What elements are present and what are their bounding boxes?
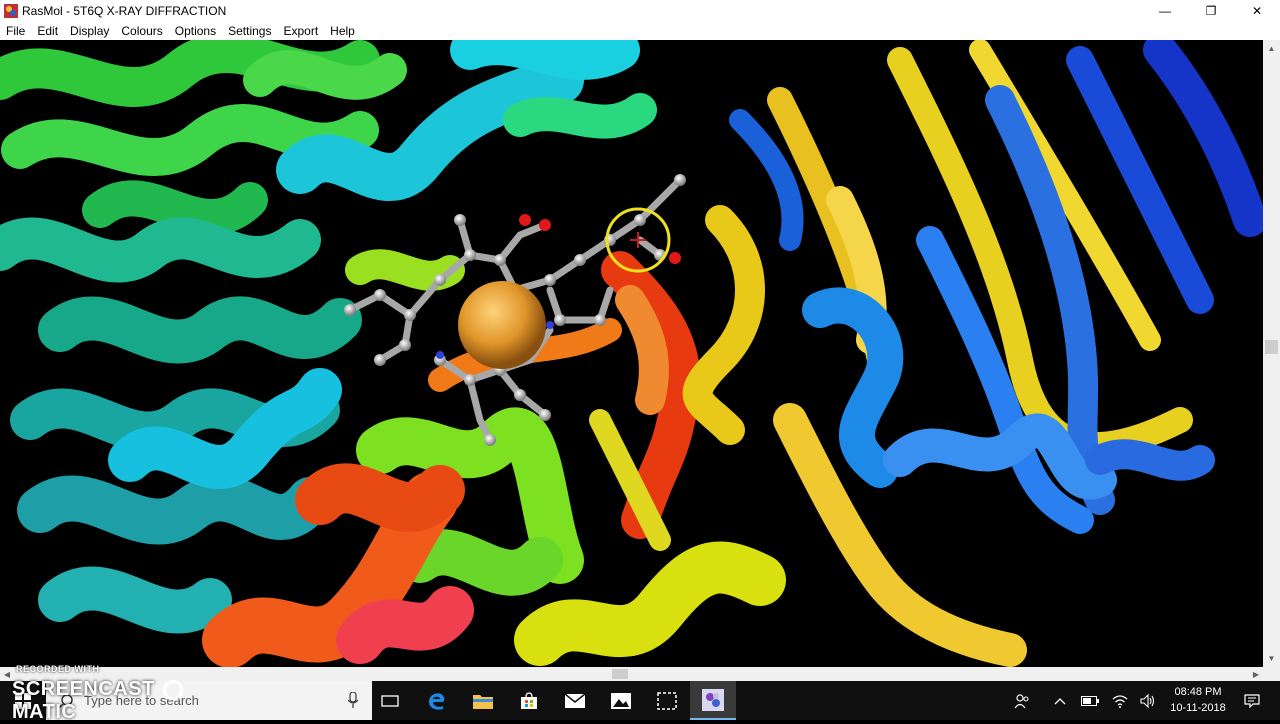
window-controls: — ❐ ✕: [1142, 0, 1280, 21]
scroll-right-icon[interactable]: ▶: [1249, 667, 1263, 681]
scroll-down-icon[interactable]: ▼: [1263, 650, 1280, 667]
scrollbar-corner: [1263, 667, 1280, 681]
clock-date: 10-11-2018: [1170, 702, 1226, 714]
people-icon: [1014, 693, 1029, 708]
watermark-screencast-text: SCREENCAST: [12, 678, 155, 700]
task-view-icon: [381, 694, 399, 707]
menu-bar: File Edit Display Colours Options Settin…: [0, 21, 1280, 40]
menu-options[interactable]: Options: [169, 24, 222, 38]
taskbar-clock[interactable]: 08:48 PM 10-11-2018: [1160, 684, 1236, 718]
file-explorer-button[interactable]: [460, 681, 506, 720]
rasmol-taskbar-button[interactable]: [690, 681, 736, 720]
file-explorer-icon: [473, 694, 493, 709]
people-button[interactable]: [1010, 681, 1034, 720]
photos-icon: [611, 692, 631, 709]
snipping-tool-button[interactable]: [644, 681, 690, 720]
rasmol-taskbar-icon: [702, 688, 724, 711]
horizontal-scroll-thumb[interactable]: [612, 669, 628, 679]
title-bar: RasMol - 5T6Q X-RAY DIFFRACTION — ❐ ✕: [0, 0, 1280, 21]
vertical-scroll-thumb[interactable]: [1265, 340, 1278, 354]
battery-button[interactable]: [1078, 681, 1102, 720]
window-title: RasMol - 5T6Q X-RAY DIFFRACTION: [22, 3, 227, 18]
store-icon: [521, 691, 537, 709]
show-hidden-icons-button[interactable]: [1048, 681, 1072, 720]
mail-button[interactable]: [552, 681, 598, 720]
store-button[interactable]: [506, 681, 552, 720]
scroll-up-icon[interactable]: ▲: [1263, 40, 1280, 57]
action-center-button[interactable]: [1238, 681, 1266, 720]
screencast-watermark: RECORDED WITH SCREENCAST MATIC: [12, 664, 242, 723]
notification-icon: [1244, 693, 1260, 708]
menu-help[interactable]: Help: [324, 24, 361, 38]
edge-icon: [429, 692, 445, 710]
wifi-icon: [1112, 694, 1128, 708]
menu-export[interactable]: Export: [277, 24, 324, 38]
task-view-button[interactable]: [367, 681, 413, 720]
menu-edit[interactable]: Edit: [31, 24, 64, 38]
minimize-button[interactable]: —: [1142, 0, 1188, 21]
edge-button[interactable]: [414, 681, 460, 720]
photos-button[interactable]: [598, 681, 644, 720]
volume-button[interactable]: [1136, 681, 1160, 720]
menu-settings[interactable]: Settings: [222, 24, 277, 38]
watermark-screencast: SCREENCAST MATIC: [12, 678, 242, 724]
iron-atom: [458, 281, 546, 369]
volume-icon: [1140, 693, 1155, 708]
watermark-recorded-with: RECORDED WITH: [16, 664, 100, 674]
protein-ribbon-render: [0, 40, 1263, 667]
chevron-up-icon: [1054, 697, 1066, 704]
wifi-button[interactable]: [1108, 681, 1132, 720]
clock-time: 08:48 PM: [1174, 686, 1222, 698]
menu-display[interactable]: Display: [64, 24, 115, 38]
watermark-o-icon: [162, 679, 183, 700]
mail-icon: [565, 693, 585, 708]
restore-button[interactable]: ❐: [1188, 0, 1234, 21]
menu-file[interactable]: File: [0, 24, 31, 38]
molecule-viewport[interactable]: [0, 40, 1263, 667]
rasmol-app-icon: [4, 3, 18, 18]
battery-icon: [1081, 695, 1099, 706]
menu-colours[interactable]: Colours: [115, 24, 168, 38]
mic-icon[interactable]: [348, 692, 358, 708]
close-button[interactable]: ✕: [1234, 0, 1280, 21]
snipping-tool-icon: [657, 691, 677, 710]
vertical-scrollbar[interactable]: ▲ ▼: [1263, 40, 1280, 667]
